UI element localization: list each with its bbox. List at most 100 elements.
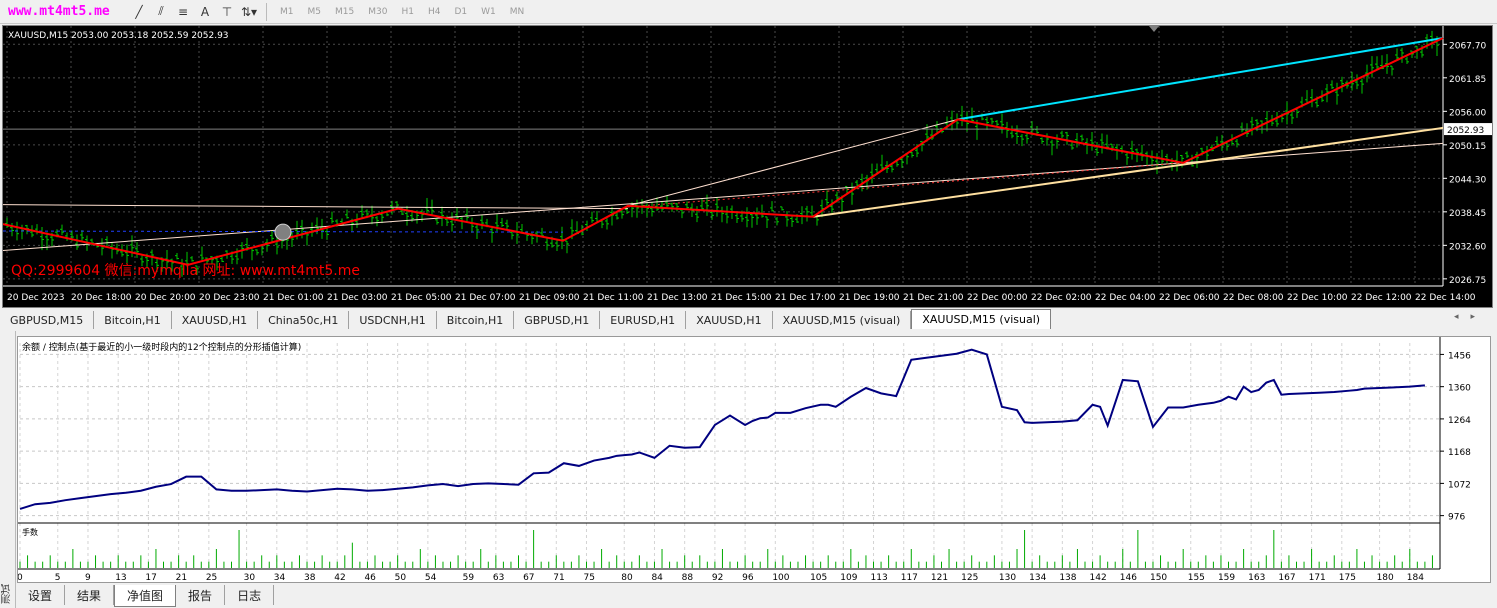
timeframe-h1[interactable]: H1 (394, 7, 421, 17)
equity-tick-label: 1168 (1448, 448, 1471, 458)
equity-tick-label: 1456 (1448, 351, 1471, 361)
fibo-tool-icon[interactable]: ≡ (172, 2, 194, 22)
x-tick-label: 88 (682, 573, 694, 583)
chart-tab[interactable]: China50c,H1 (258, 311, 350, 329)
equity-tick-label: 1072 (1448, 480, 1471, 490)
x-tick-label: 17 (145, 573, 156, 583)
time-tick-label: 21 Dec 15:00 (711, 293, 772, 303)
x-tick-label: 67 (523, 573, 534, 583)
equity-graph-canvas: 1456136012641168107297605913172125303438… (18, 337, 1471, 583)
zigzag-line (3, 37, 1444, 266)
time-tick-label: 21 Dec 05:00 (391, 293, 452, 303)
chart-tab[interactable]: GBPUSD,H1 (514, 311, 601, 329)
chart-tab[interactable]: XAUUSD,H1 (686, 311, 773, 329)
timeframe-buttons: M1 M5 M15 M30 H1 H4 D1 W1 MN (273, 7, 531, 17)
tester-tab[interactable]: 报告 (176, 585, 226, 605)
equity-tick-label: 976 (1448, 513, 1465, 523)
text-label-tool-icon[interactable]: ⊤ (216, 2, 238, 22)
x-tick-label: 117 (901, 573, 918, 583)
time-tick-label: 21 Dec 19:00 (839, 293, 900, 303)
timeframe-m30[interactable]: M30 (361, 7, 394, 17)
x-tick-label: 30 (244, 573, 256, 583)
chart-tab[interactable]: XAUUSD,H1 (172, 311, 259, 329)
text-tool-icon[interactable]: A (194, 2, 216, 22)
chart-tab[interactable]: Bitcoin,H1 (94, 311, 172, 329)
chart-tab[interactable]: XAUUSD,M15 (visual) (773, 311, 912, 329)
timeframe-m1[interactable]: M1 (273, 7, 301, 17)
current-price-label: 2052.93 (1447, 126, 1484, 136)
tester-tab[interactable]: 净值图 (114, 585, 177, 607)
chart-shift-icon (1149, 26, 1159, 32)
line-tool-icon[interactable]: ╱ (128, 2, 150, 22)
x-tick-label: 13 (115, 573, 126, 583)
x-tick-label: 113 (871, 573, 888, 583)
equity-title: 余额 / 控制点(基于最近的小一级时段内的12个控制点的分形插值计算) (22, 341, 301, 353)
tester-tab[interactable]: 结果 (65, 585, 115, 605)
x-tick-label: 54 (425, 573, 437, 583)
arrows-tool-icon[interactable]: ⇅▾ (238, 2, 260, 22)
x-tick-label: 138 (1059, 573, 1076, 583)
x-tick-label: 59 (463, 573, 475, 583)
x-tick-label: 25 (206, 573, 217, 583)
price-tick-label: 2038.45 (1449, 209, 1486, 219)
x-tick-label: 71 (553, 573, 564, 583)
lower-channel (812, 126, 1444, 218)
chart-tab[interactable]: Bitcoin,H1 (437, 311, 515, 329)
chart-tabs: GBPUSD,M15 Bitcoin,H1 XAUUSD,H1 China50c,H1… (0, 309, 1497, 329)
timeframe-m5[interactable]: M5 (301, 7, 329, 17)
position-marker-icon (274, 223, 292, 241)
tester-tab[interactable]: 设置 (16, 585, 66, 605)
toolbar-separator (266, 2, 267, 21)
tester-side-label: 测试 (2, 584, 13, 604)
time-tick-label: 20 Dec 23:00 (199, 293, 260, 303)
tab-scroll-arrows[interactable]: ◂▸ (1454, 312, 1487, 322)
timeframe-mn[interactable]: MN (503, 7, 532, 17)
lower-trendline (3, 142, 1444, 251)
price-chart[interactable]: 2067.70 2061.85 2056.00 2050.15 2044.30 2038.… (2, 25, 1493, 308)
lots-title: 手数 (22, 527, 38, 537)
x-tick-label: 121 (931, 573, 948, 583)
upper-trendline-mid (627, 118, 959, 207)
x-tick-label: 21 (176, 573, 187, 583)
chart-tab[interactable]: USDCNH,H1 (349, 311, 437, 329)
price-tick-label: 2061.85 (1449, 75, 1486, 85)
x-tick-label: 34 (274, 573, 286, 583)
x-tick-label: 9 (85, 573, 91, 583)
chart-tab[interactable]: EURUSD,H1 (600, 311, 687, 329)
x-tick-label: 109 (840, 573, 857, 583)
time-tick-label: 22 Dec 14:00 (1415, 293, 1476, 303)
x-tick-label: 130 (999, 573, 1016, 583)
x-tick-label: 142 (1090, 573, 1107, 583)
timeframe-m15[interactable]: M15 (328, 7, 361, 17)
chart-watermark: QQ:2999604 微信:mymqlla 网址: www.mt4mt5.me (11, 263, 360, 279)
x-tick-label: 42 (334, 573, 345, 583)
x-tick-label: 150 (1150, 573, 1167, 583)
x-tick-label: 63 (493, 573, 504, 583)
time-tick-label: 21 Dec 11:00 (583, 293, 644, 303)
equity-graph: 1456136012641168107297605913172125303438… (17, 336, 1491, 583)
chart-tab[interactable]: XAUUSD,M15 (visual) (911, 309, 1052, 329)
channel-tool-icon[interactable]: ⫽ (150, 2, 172, 22)
time-tick-label: 22 Dec 10:00 (1287, 293, 1348, 303)
x-tick-label: 134 (1029, 573, 1046, 583)
timeframe-h4[interactable]: H4 (421, 7, 448, 17)
x-tick-label: 75 (583, 573, 594, 583)
time-tick-label: 22 Dec 04:00 (1095, 293, 1156, 303)
time-tick-label: 21 Dec 03:00 (327, 293, 388, 303)
time-tick-label: 20 Dec 20:00 (135, 293, 196, 303)
upper-trendline-left (3, 204, 629, 210)
timeframe-w1[interactable]: W1 (474, 7, 503, 17)
time-tick-label: 22 Dec 08:00 (1223, 293, 1284, 303)
x-tick-label: 171 (1309, 573, 1326, 583)
timeframe-d1[interactable]: D1 (447, 7, 474, 17)
price-tick-label: 2050.15 (1449, 142, 1486, 152)
x-tick-label: 96 (742, 573, 754, 583)
x-tick-label: 163 (1248, 573, 1265, 583)
tester-tabs: 设置 结果 净值图 报告 日志 (16, 585, 275, 607)
time-tick-label: 20 Dec 2023 (7, 293, 65, 303)
equity-tick-label: 1264 (1448, 416, 1471, 426)
tester-tab[interactable]: 日志 (225, 585, 275, 605)
time-tick-label: 22 Dec 00:00 (967, 293, 1028, 303)
chart-tab[interactable]: GBPUSD,M15 (0, 311, 95, 329)
x-tick-label: 5 (55, 573, 61, 583)
